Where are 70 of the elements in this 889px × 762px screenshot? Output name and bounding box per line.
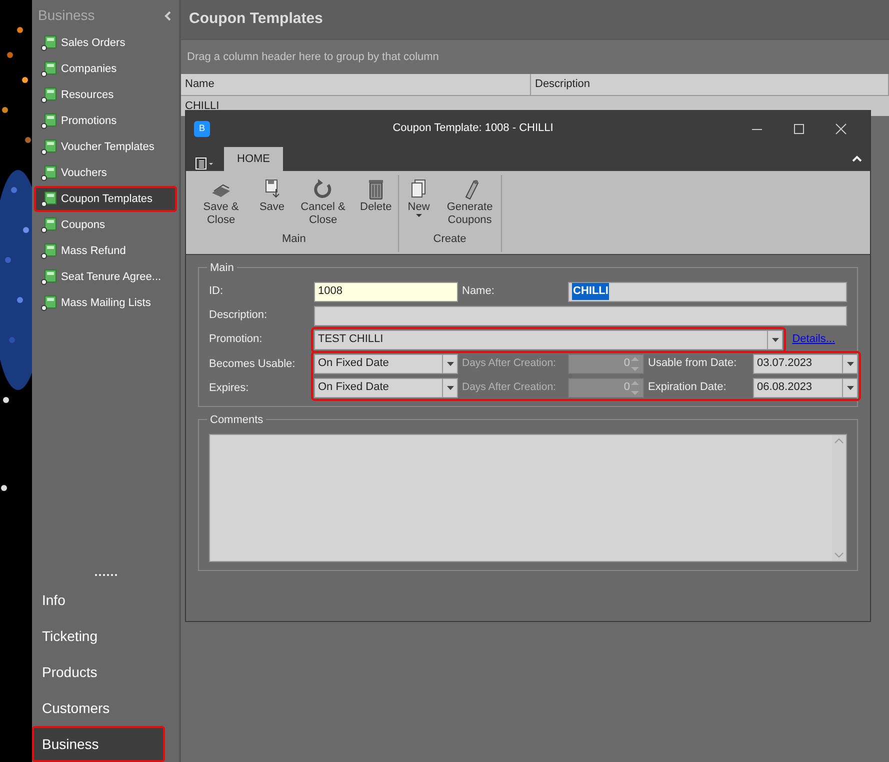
field-label: Description: [209,308,268,324]
app-menu-icon [194,156,214,171]
sidebar-title: Business [38,6,95,25]
field-label: Becomes Usable: [209,356,296,372]
input-field[interactable]: CHILLI [568,282,847,302]
module-icon [40,243,57,259]
spin-field: 0 [568,378,644,398]
spin-field: 0 [568,354,644,374]
module-icon [40,165,57,181]
ribbon-button[interactable]: Delete [354,175,398,229]
sidebar-item[interactable]: Coupons [34,212,177,238]
dropdown-arrow-icon [446,362,454,366]
module-icon [40,217,57,233]
page-title: Coupon Templates [181,0,889,40]
spin-arrows-icon [630,356,640,372]
window-title: Coupon Template: 1008 - CHILLI [392,121,554,136]
close-icon[interactable] [835,122,847,134]
field-label: Name: [462,284,496,300]
field-label: Expiration Date: [648,380,728,396]
dropdown-arrow-icon [846,386,854,390]
ribbon-tab[interactable]: HOME [224,146,283,171]
module-icon [40,295,57,311]
dropdown-field[interactable]: TEST CHILLI [314,330,784,350]
ribbon-button[interactable]: Save & Close [190,175,252,229]
ribbon-button[interactable]: New [398,175,439,229]
module-icon [40,35,57,51]
sidebar-item[interactable]: Companies [34,56,177,82]
dropdown-arrow-icon [446,386,454,390]
module-icon [40,61,57,77]
sidebar-item[interactable]: Mass Mailing Lists [34,290,177,316]
field-label: Usable from Date: [648,356,738,372]
sidebar-item[interactable]: Resources [34,82,177,108]
spin-arrows-icon [630,380,640,396]
ribbon-group-label: Create [432,232,468,247]
module-icon [40,191,57,207]
app-icon: B [194,120,210,136]
input-field[interactable] [314,306,847,326]
maximize-icon[interactable] [793,122,805,134]
nav-section[interactable]: Ticketing [32,618,165,654]
module-icon [40,87,57,103]
sidebar-item[interactable]: Promotions [34,108,177,134]
splitter-grip-icon [94,572,118,576]
sidebar-item[interactable]: Seat Tenure Agree... [34,264,177,290]
nav-section[interactable]: Products [32,654,165,690]
table-cell-text: CHILLI [184,98,220,114]
sidebar-item[interactable]: Sales Orders [34,30,177,56]
module-icon [40,139,57,155]
ribbon-group-label: Main [280,232,307,247]
ribbon-button[interactable]: Cancel & Close [292,175,354,229]
sidebar-item[interactable]: Vouchers [34,160,177,186]
field-label: Days After Creation: [462,380,557,395]
dropdown-arrow-icon [846,362,854,366]
ribbon-button[interactable]: Generate Coupons [438,175,501,229]
nav-section[interactable]: Info [32,582,165,618]
sidebar-item[interactable]: Voucher Templates [34,134,177,160]
collapse-icon[interactable] [163,10,173,22]
field-label: ID: [209,284,224,300]
collapse-ribbon-icon[interactable] [852,155,862,163]
ribbon-button[interactable]: Save [252,175,292,229]
field-label: Expires: [209,380,250,396]
field-label: Promotion: [209,332,264,348]
nav-section[interactable]: Customers [32,690,165,726]
nav-section[interactable]: Business [32,726,165,762]
field-label: Days After Creation: [462,356,557,371]
sidebar-item[interactable]: Mass Refund [34,238,177,264]
sidebar-item[interactable]: Coupon Templates [34,186,177,212]
module-icon [40,269,57,285]
dropdown-arrow-icon [772,338,779,342]
input-field[interactable]: 1008 [314,282,458,302]
module-icon [40,113,57,129]
